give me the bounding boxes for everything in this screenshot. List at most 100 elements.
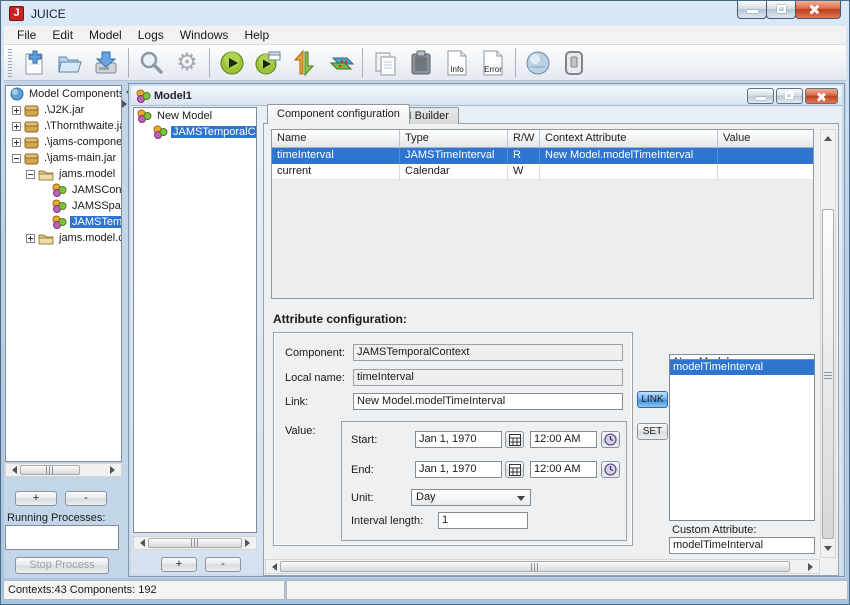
tree-item-jar[interactable]: .\J2K.jar [6,102,121,118]
scrollbar-thumb[interactable] [148,538,242,548]
custom-attribute-field[interactable]: modelTimeInterval [669,537,815,554]
col-context-attribute[interactable]: Context Attribute [540,130,718,147]
end-clock-button[interactable] [601,461,620,478]
start-time-field[interactable]: 12:00 AM [530,431,597,448]
config-vscrollbar[interactable] [820,129,836,558]
stop-process-button[interactable]: Stop Process [15,557,109,574]
scrollbar-thumb[interactable] [20,465,80,475]
exchange-button[interactable] [286,47,322,79]
menu-help[interactable]: Help [236,27,277,43]
tab-component-configuration[interactable]: Component configuration [267,104,410,124]
collapse-icon[interactable] [26,170,35,179]
toolbar-drag-handle[interactable] [8,49,12,77]
open-model-button[interactable] [52,47,88,79]
globe-root-icon [10,87,24,101]
tree-item-component-selected[interactable]: JAMSTem [6,214,121,230]
run-model-button[interactable] [214,47,250,79]
link-field[interactable]: New Model.modelTimeInterval [353,393,623,410]
device-button[interactable] [556,47,592,79]
scroll-left-icon[interactable] [6,464,19,476]
settings-button[interactable]: ⚙ [169,47,205,79]
gear-icon: ⚙ [176,51,198,75]
tree-item-component[interactable]: JAMSSpa [6,198,121,214]
menu-file[interactable]: File [9,27,44,43]
expand-icon[interactable] [12,106,21,115]
info-log-button[interactable]: Info [439,47,475,79]
tree-item-jar[interactable]: .\Thornthwaite.ja [6,118,121,134]
table-row[interactable]: current Calendar W [272,164,813,180]
scroll-left-icon[interactable] [266,560,279,573]
component-tree-hscrollbar[interactable] [5,463,122,477]
new-model-button[interactable] [16,47,52,79]
tree-item-package[interactable]: jams.model.c [6,230,121,246]
model-tree-hscrollbar[interactable] [133,536,257,550]
menu-model[interactable]: Model [81,27,130,43]
end-date-field[interactable]: Jan 1, 1970 [415,461,502,478]
scrollbar-thumb[interactable] [822,209,834,539]
start-date-field[interactable]: Jan 1, 1970 [415,431,502,448]
expand-icon[interactable] [12,138,21,147]
menu-windows[interactable]: Windows [172,27,237,43]
app-icon: J [9,6,24,21]
end-time-field[interactable]: 12:00 AM [530,461,597,478]
scroll-right-icon[interactable] [806,560,819,573]
scroll-up-icon[interactable] [821,130,835,143]
collapse-icon[interactable] [12,154,21,163]
save-model-button[interactable] [88,47,124,79]
menu-logs[interactable]: Logs [130,27,172,43]
calendar-icon [509,434,521,446]
maximize-button[interactable] [766,1,796,19]
col-name[interactable]: Name [272,130,400,147]
tree-item-package[interactable]: jams.model [6,166,121,182]
col-rw[interactable]: R/W [508,130,540,147]
expand-icon[interactable] [12,122,21,131]
start-clock-button[interactable] [601,431,620,448]
close-button[interactable] [795,1,841,19]
frame-restore-button[interactable] [776,88,803,104]
menu-edit[interactable]: Edit [44,27,81,43]
context-attribute-list[interactable]: modelTimeInterval [669,359,815,521]
gis-layers-button[interactable] [322,47,358,79]
col-value[interactable]: Value [718,130,813,147]
tree-root-model-components[interactable]: Model Components [6,86,121,102]
expand-icon[interactable] [26,234,35,243]
col-type[interactable]: Type [400,130,508,147]
component-remove-button[interactable]: - [65,491,107,506]
model-remove-button[interactable]: - [205,557,241,572]
start-calendar-button[interactable] [505,431,524,448]
list-item-selected[interactable]: modelTimeInterval [670,360,814,375]
table-row[interactable]: timeInterval JAMSTimeInterval R New Mode… [272,148,813,164]
tree-item-jar[interactable]: .\jams-main.jar [6,150,121,166]
unit-select[interactable]: Day [411,489,531,506]
interval-length-field[interactable]: 1 [438,512,528,529]
scroll-right-icon[interactable] [108,464,121,476]
component-add-button[interactable]: + [15,491,57,506]
scroll-left-icon[interactable] [134,537,147,549]
link-button[interactable]: LINK [637,391,668,408]
tree-root-new-model[interactable]: New Model [134,108,256,124]
tree-item-component[interactable]: JAMSCon [6,182,121,198]
paste-button[interactable] [403,47,439,79]
search-button[interactable] [133,47,169,79]
frame-close-button[interactable] [805,88,838,104]
save-icon [92,50,120,76]
copy-log-button[interactable] [367,47,403,79]
jar-icon [24,104,39,117]
model1-titlebar[interactable]: Model1 [131,86,842,106]
tree-item-jamstemporalcontext[interactable]: JAMSTemporalContext [134,124,256,140]
running-processes-list[interactable] [5,525,119,550]
web-button[interactable] [520,47,556,79]
frame-minimize-button[interactable] [747,88,774,104]
config-hscrollbar[interactable] [265,559,820,574]
error-log-button[interactable]: Error [475,47,511,79]
model-add-button[interactable]: + [161,557,197,572]
minimize-button[interactable] [737,1,767,19]
scroll-right-icon[interactable] [243,537,256,549]
run-model-gui-button[interactable] [250,47,286,79]
scrollbar-thumb[interactable] [280,561,790,572]
scroll-down-icon[interactable] [821,544,835,557]
tree-item-jar[interactable]: .\jams-componen [6,134,121,150]
set-button[interactable]: SET [637,423,668,440]
local-name-field[interactable]: timeInterval [353,369,623,386]
end-calendar-button[interactable] [505,461,524,478]
